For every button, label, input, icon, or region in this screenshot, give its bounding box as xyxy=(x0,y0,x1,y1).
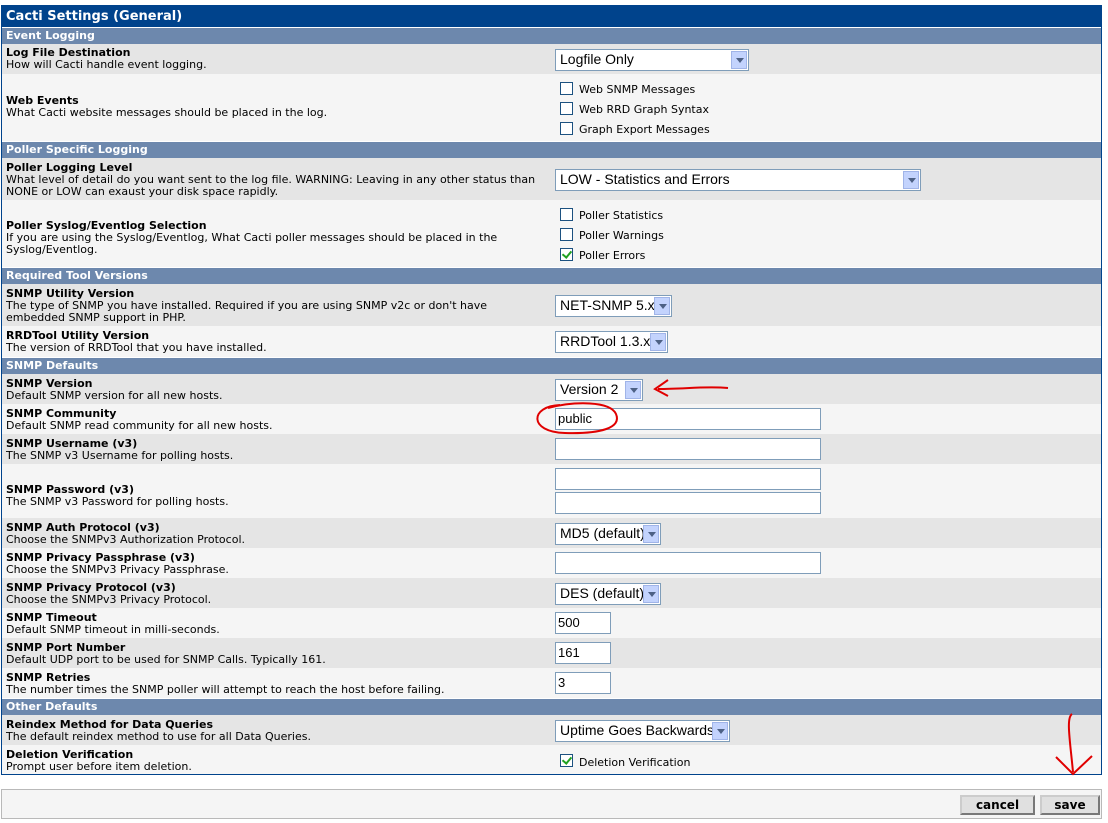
chevron-down-icon xyxy=(643,585,659,603)
chevron-down-icon xyxy=(650,333,666,351)
web-snmp-messages-checkbox[interactable] xyxy=(560,82,573,95)
web-rrd-graph-syntax-checkbox[interactable] xyxy=(560,102,573,115)
section-event-logging: Event Logging xyxy=(2,27,1101,44)
setting-row-snmp-utility: SNMP Utility Version The type of SNMP you… xyxy=(2,284,1101,326)
snmp-password-input[interactable] xyxy=(555,468,821,490)
section-tool-versions: Required Tool Versions xyxy=(2,267,1101,284)
setting-row-snmp-retries: SNMP Retries The number times the SNMP po… xyxy=(2,668,1101,698)
setting-row-snmp-priv-proto: SNMP Privacy Protocol (v3) Choose the SNM… xyxy=(2,578,1101,608)
save-button[interactable]: save xyxy=(1040,795,1100,815)
poller-warnings-checkbox[interactable] xyxy=(560,228,573,241)
deletion-verification-checkbox[interactable] xyxy=(560,754,573,767)
graph-export-messages-label: Graph Export Messages xyxy=(579,123,710,136)
poller-errors-checkbox[interactable] xyxy=(560,248,573,261)
chevron-down-icon xyxy=(654,297,670,315)
section-poller-logging: Poller Specific Logging xyxy=(2,141,1101,158)
cancel-button[interactable]: cancel xyxy=(960,795,1035,815)
section-other-defaults: Other Defaults xyxy=(2,698,1101,715)
snmp-auth-protocol-select[interactable]: MD5 (default) xyxy=(555,523,661,545)
setting-row-log-file: Log File Destination How will Cacti handl… xyxy=(2,44,1101,74)
deletion-verification-label: Deletion Verification xyxy=(579,756,691,769)
chevron-down-icon xyxy=(625,381,641,399)
graph-export-messages-checkbox[interactable] xyxy=(560,122,573,135)
reindex-method-select[interactable]: Uptime Goes Backwards xyxy=(555,720,730,742)
setting-row-snmp-auth: SNMP Auth Protocol (v3) Choose the SNMPv3… xyxy=(2,518,1101,548)
log-file-destination-select[interactable]: Logfile Only xyxy=(555,49,749,71)
setting-row-snmp-username: SNMP Username (v3) The SNMP v3 Username f… xyxy=(2,434,1101,464)
web-rrd-graph-syntax-label: Web RRD Graph Syntax xyxy=(579,103,709,116)
poller-errors-label: Poller Errors xyxy=(579,249,646,262)
settings-panel: Cacti Settings (General) Event Logging L… xyxy=(1,5,1102,775)
setting-row-snmp-community: SNMP Community Default SNMP read communit… xyxy=(2,404,1101,434)
poller-statistics-checkbox[interactable] xyxy=(560,208,573,221)
chevron-down-icon xyxy=(731,51,747,69)
setting-row-rrdtool: RRDTool Utility Version The version of RR… xyxy=(2,326,1101,357)
setting-row-snmp-version: SNMP Version Default SNMP version for all… xyxy=(2,374,1101,404)
setting-row-snmp-timeout: SNMP Timeout Default SNMP timeout in mill… xyxy=(2,608,1101,638)
setting-row-poller-level: Poller Logging Level What level of detail… xyxy=(2,158,1101,200)
setting-row-web-events: Web Events What Cacti website messages sh… xyxy=(2,74,1101,141)
snmp-port-input[interactable]: 161 xyxy=(555,642,611,664)
section-snmp-defaults: SNMP Defaults xyxy=(2,357,1101,374)
setting-row-poller-syslog: Poller Syslog/Eventlog Selection If you a… xyxy=(2,200,1101,267)
snmp-utility-version-select[interactable]: NET-SNMP 5.x xyxy=(555,295,672,317)
snmp-username-input[interactable] xyxy=(555,438,821,460)
setting-row-snmp-port: SNMP Port Number Default UDP port to be u… xyxy=(2,638,1101,668)
chevron-down-icon xyxy=(903,171,919,189)
snmp-community-input[interactable]: public xyxy=(555,408,821,430)
setting-row-snmp-password: SNMP Password (v3) The SNMP v3 Password f… xyxy=(2,464,1101,518)
setting-row-reindex: Reindex Method for Data Queries The defau… xyxy=(2,715,1101,745)
snmp-retries-input[interactable]: 3 xyxy=(555,672,611,694)
poller-logging-level-select[interactable]: LOW - Statistics and Errors xyxy=(555,169,921,191)
poller-statistics-label: Poller Statistics xyxy=(579,209,664,222)
button-bar: cancel save xyxy=(1,789,1102,819)
snmp-privacy-passphrase-input[interactable] xyxy=(555,552,821,574)
chevron-down-icon xyxy=(712,722,728,740)
rrdtool-version-select[interactable]: RRDTool 1.3.x xyxy=(555,331,668,353)
setting-row-deletion: Deletion Verification Prompt user before … xyxy=(2,745,1101,774)
snmp-version-select[interactable]: Version 2 xyxy=(555,379,643,401)
snmp-timeout-input[interactable]: 500 xyxy=(555,612,611,634)
poller-warnings-label: Poller Warnings xyxy=(579,229,664,242)
web-snmp-messages-label: Web SNMP Messages xyxy=(579,83,696,96)
snmp-privacy-protocol-select[interactable]: DES (default) xyxy=(555,583,661,605)
chevron-down-icon xyxy=(643,525,659,543)
setting-row-snmp-priv-pass: SNMP Privacy Passphrase (v3) Choose the S… xyxy=(2,548,1101,578)
snmp-password-confirm-input[interactable] xyxy=(555,492,821,514)
page-title: Cacti Settings (General) xyxy=(2,6,1101,27)
